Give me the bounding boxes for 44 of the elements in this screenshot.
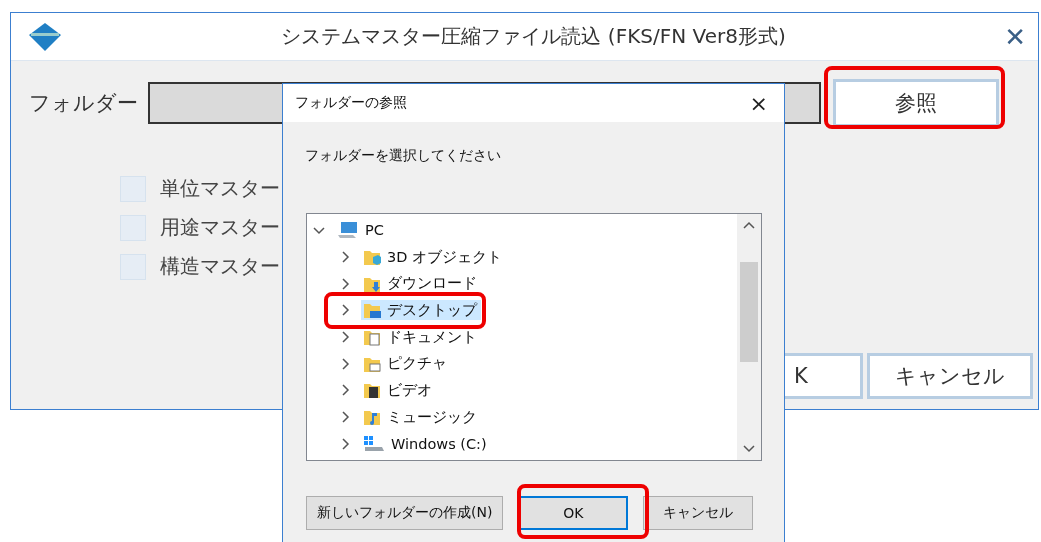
chevron-right-icon[interactable] [339,251,351,264]
checkbox[interactable] [120,253,146,280]
instruction-text: フォルダーを選択してください [305,147,502,165]
dialog-title: フォルダーの参照 [295,94,407,112]
scroll-bar[interactable] [737,214,761,460]
chevron-right-icon[interactable] [339,384,351,397]
new-folder-button[interactable]: 新しいフォルダーの作成(N) [306,496,504,530]
diamond-logo-icon [27,20,63,53]
folder-film-icon [363,381,381,400]
chevron-right-icon[interactable] [339,437,351,450]
computer-icon [337,221,359,240]
tree-item[interactable]: 3D オブジェクト [361,247,506,268]
folder-note-icon [363,408,381,427]
tree-item[interactable]: ビデオ [361,380,436,401]
chevron-right-icon[interactable] [339,304,351,317]
tree-item[interactable]: Windows (C:) [361,433,491,454]
checkbox-label: 構造マスター [160,253,280,280]
chevron-right-icon[interactable] [339,411,351,424]
close-button[interactable]: ✕ [1004,21,1026,52]
chevron-right-icon[interactable] [339,357,351,370]
ok-button[interactable]: OK [518,496,629,530]
folder-document-icon [363,328,381,347]
cancel-button[interactable]: キャンセル [867,353,1033,399]
chevron-down-icon[interactable] [313,224,325,237]
tree-item[interactable]: ミュージック [361,407,481,428]
checkbox-label: 用途マスター [160,214,280,241]
cancel-button[interactable]: キャンセル [643,496,754,530]
chevron-right-icon[interactable] [339,331,351,344]
folder-cube-icon [363,248,381,267]
browse-button[interactable]: 参照 [833,79,999,127]
tree-item[interactable]: ダウンロード [361,273,481,294]
drive-icon [363,434,385,453]
checkbox[interactable] [120,175,146,202]
folder-screen-icon [363,301,381,320]
tree-item[interactable]: デスクトップ [361,300,481,321]
tree-item[interactable]: PC [335,220,388,241]
tree-item[interactable]: ピクチャ [361,353,451,374]
chevron-right-icon[interactable] [339,277,351,290]
checkbox[interactable] [120,214,146,241]
checkbox-label: 単位マスター [160,175,280,202]
tree-item[interactable]: ドキュメント [361,327,481,348]
window-title: システムマスター圧縮ファイル読込 (FKS/FN Ver8形式) [280,23,787,50]
folder-label: フォルダー [29,90,139,117]
close-button[interactable]: × [745,90,772,116]
